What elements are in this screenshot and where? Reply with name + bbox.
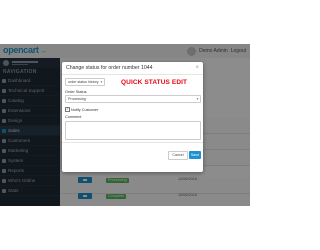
save-button[interactable]: Save	[189, 151, 201, 159]
modal-footer: Cancel Save	[62, 142, 203, 173]
quick-status-edit-title: QUICK STATUS EDIT	[121, 79, 188, 86]
notify-label: Notify Customer	[71, 107, 99, 112]
notify-checkbox[interactable]: ✓	[65, 107, 70, 112]
order-status-label: Order Status	[65, 90, 87, 94]
order-status-value: Processing	[68, 97, 86, 101]
notify-customer-row[interactable]: ✓ Notify Customer	[65, 107, 98, 112]
history-select-value: order status history	[68, 80, 99, 84]
order-status-select[interactable]: Processing ▼	[65, 95, 201, 103]
comment-textarea[interactable]	[65, 121, 201, 140]
order-history-select[interactable]: order status history ▼	[65, 78, 105, 86]
chevron-down-icon: ▼	[100, 80, 103, 84]
close-icon[interactable]: ×	[195, 64, 199, 72]
comment-label: Comment	[65, 115, 82, 119]
modal-title: Change status for order number 1044	[66, 65, 153, 71]
modal-header: Change status for order number 1044 ×	[62, 62, 203, 75]
change-status-modal: Change status for order number 1044 × or…	[62, 62, 203, 172]
chevron-down-icon: ▼	[196, 97, 199, 101]
app-window: opencart→ Demo Admin Logout NAVIGATION D…	[0, 44, 250, 206]
cancel-button[interactable]: Cancel	[168, 151, 188, 160]
